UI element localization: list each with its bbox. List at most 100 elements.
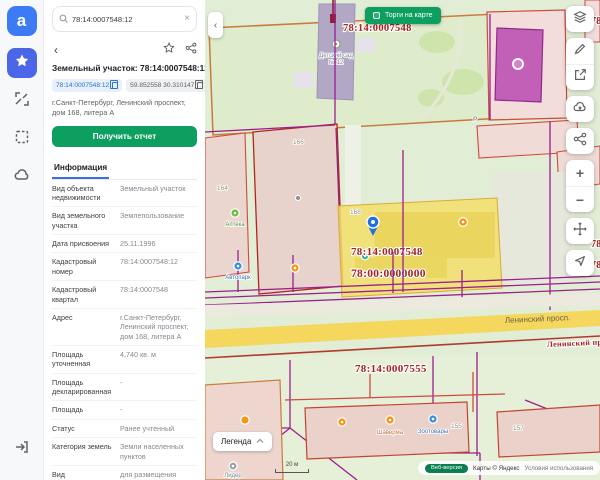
left-icon-rail: a	[0, 0, 44, 480]
poi-apteka-label: Аптека	[225, 222, 245, 228]
info-row-value: г.Санкт-Петербург, Ленинский проспект, д…	[120, 313, 197, 341]
trade-toggle-label: Торги на карте	[385, 12, 433, 19]
kindergarten-label2: № 12	[329, 59, 344, 66]
star-icon	[14, 53, 30, 74]
terms-link[interactable]: Условия использования	[524, 465, 593, 472]
locate-me-button[interactable]	[566, 250, 594, 276]
favorites-button[interactable]	[7, 48, 37, 78]
exit-panel-button[interactable]	[7, 434, 37, 464]
edit-button[interactable]	[566, 64, 594, 90]
actions-row: ‹	[52, 41, 197, 59]
coordinates-text: 59.852558 30.310147	[130, 82, 194, 89]
building-157-label: 157	[513, 425, 524, 432]
search-bar[interactable]: ×	[52, 6, 197, 32]
share-map-button[interactable]	[566, 128, 594, 154]
building[interactable]	[357, 38, 375, 52]
maps-copyright: Карты © Яндекс	[473, 465, 519, 472]
chevron-up-icon	[256, 437, 264, 447]
building-bottom-left[interactable]	[205, 380, 283, 480]
zoom-out-button[interactable]: −	[566, 186, 594, 212]
info-row-value: Земли населенных пунктов	[120, 442, 197, 461]
poi-orange[interactable]	[291, 264, 299, 272]
measure-icon	[14, 91, 30, 112]
app: a	[0, 0, 600, 480]
area-select-button[interactable]	[7, 124, 37, 154]
cadastral-number-text: 78:14:0007548:12	[56, 82, 109, 89]
poi-orange[interactable]	[338, 418, 346, 426]
legend-button[interactable]: Легенда	[213, 432, 272, 451]
info-row: Адрес г.Санкт-Петербург, Ленинский просп…	[52, 309, 197, 346]
copy-icon[interactable]	[112, 82, 118, 89]
cloud-button[interactable]	[7, 162, 37, 192]
trade-on-map-toggle[interactable]: Торги на карте	[365, 7, 441, 24]
building-164[interactable]	[205, 133, 249, 278]
poi-orange[interactable]	[459, 218, 468, 227]
chips-row: 78:14:0007548:12 59.852558 30.310147	[52, 79, 197, 92]
building-marker	[513, 59, 523, 69]
cloud-icon	[14, 167, 30, 188]
poi-dot[interactable]	[296, 196, 301, 201]
building-155-label: 155	[451, 423, 462, 430]
share-icon	[573, 132, 587, 151]
info-row-label: Статус	[52, 424, 114, 433]
kindergarten-poi[interactable]	[332, 40, 340, 48]
building[interactable]	[293, 72, 313, 88]
draw-button[interactable]	[566, 38, 594, 64]
layers-button[interactable]	[566, 6, 594, 32]
coordinates-chip[interactable]: 59.852558 30.310147	[126, 79, 205, 92]
info-row-value: Ранее учтенный	[120, 424, 197, 433]
search-input[interactable]	[72, 15, 180, 24]
tab-information[interactable]: Информация	[52, 159, 109, 179]
poi-apteka[interactable]	[231, 209, 239, 217]
cloud-upload-icon	[573, 100, 587, 119]
measure-tool-button[interactable]	[7, 86, 37, 116]
info-row-label: Вид объекта недвижимости	[52, 184, 114, 203]
map-toolbar: + −	[566, 6, 594, 276]
back-button[interactable]: ‹	[52, 43, 60, 57]
collapse-panel-button[interactable]: ‹	[208, 12, 223, 38]
poi-lider[interactable]	[229, 462, 237, 470]
clear-search-icon[interactable]: ×	[184, 14, 190, 24]
info-row: Кадастровый номер 78:14:0007548:12	[52, 253, 197, 281]
poi-shaverma[interactable]	[386, 416, 394, 424]
info-row-label: Дата присвоения	[52, 239, 114, 248]
web-version-badge[interactable]: Веб-версия	[425, 464, 468, 473]
info-row: Площадь -	[52, 401, 197, 419]
tabs: Информация	[52, 157, 197, 180]
building-168-label: 168	[350, 209, 361, 216]
parcel-top-number: 78:14:0007548	[343, 23, 412, 34]
map-canvas[interactable]: Детский сад № 12 P 164 166 Аптека	[205, 0, 600, 480]
quarter-number: 78:00:0000000	[351, 268, 426, 280]
zoom-in-button[interactable]: +	[566, 160, 594, 186]
favorite-star-button[interactable]	[163, 41, 175, 59]
get-report-button[interactable]: Получить отчет	[52, 126, 197, 147]
poi-avtopark-label: Автопарк	[225, 275, 251, 281]
navigation-arrow-icon	[573, 254, 587, 273]
upload-button[interactable]	[566, 96, 594, 122]
cadastral-number-chip[interactable]: 78:14:0007548:12	[52, 79, 122, 92]
share-icon	[185, 41, 197, 58]
info-row-value: для размещения объектов науки	[120, 470, 197, 480]
pan-button[interactable]	[566, 218, 594, 244]
selected-parcel-number: 78:14:0007548	[351, 246, 423, 258]
walkway	[345, 125, 361, 207]
info-row-label: Вид земельного участка	[52, 211, 114, 230]
poi-zootovary[interactable]	[429, 415, 437, 423]
copy-icon[interactable]	[197, 82, 203, 89]
legend-label: Легенда	[221, 437, 251, 446]
info-row: Дата присвоения 25.11.1996	[52, 235, 197, 253]
app-logo[interactable]: a	[7, 6, 37, 36]
checkbox-icon	[373, 12, 380, 19]
info-row-value: -	[120, 378, 197, 397]
share-button[interactable]	[185, 41, 197, 59]
pencil-icon	[573, 42, 587, 61]
edit-square-icon	[573, 68, 587, 87]
star-outline-icon	[163, 41, 175, 58]
info-row: Площадь уточненная 4,740 кв. м	[52, 346, 197, 374]
poi-orange[interactable]	[241, 416, 249, 424]
page-title: Земельный участок: 78:14:0007548:12	[52, 63, 197, 73]
layers-icon	[573, 10, 587, 29]
poi-avtopark[interactable]	[234, 262, 242, 270]
info-row-label: Вид разрешенного использования	[52, 470, 114, 480]
info-row-value: -	[120, 405, 197, 414]
